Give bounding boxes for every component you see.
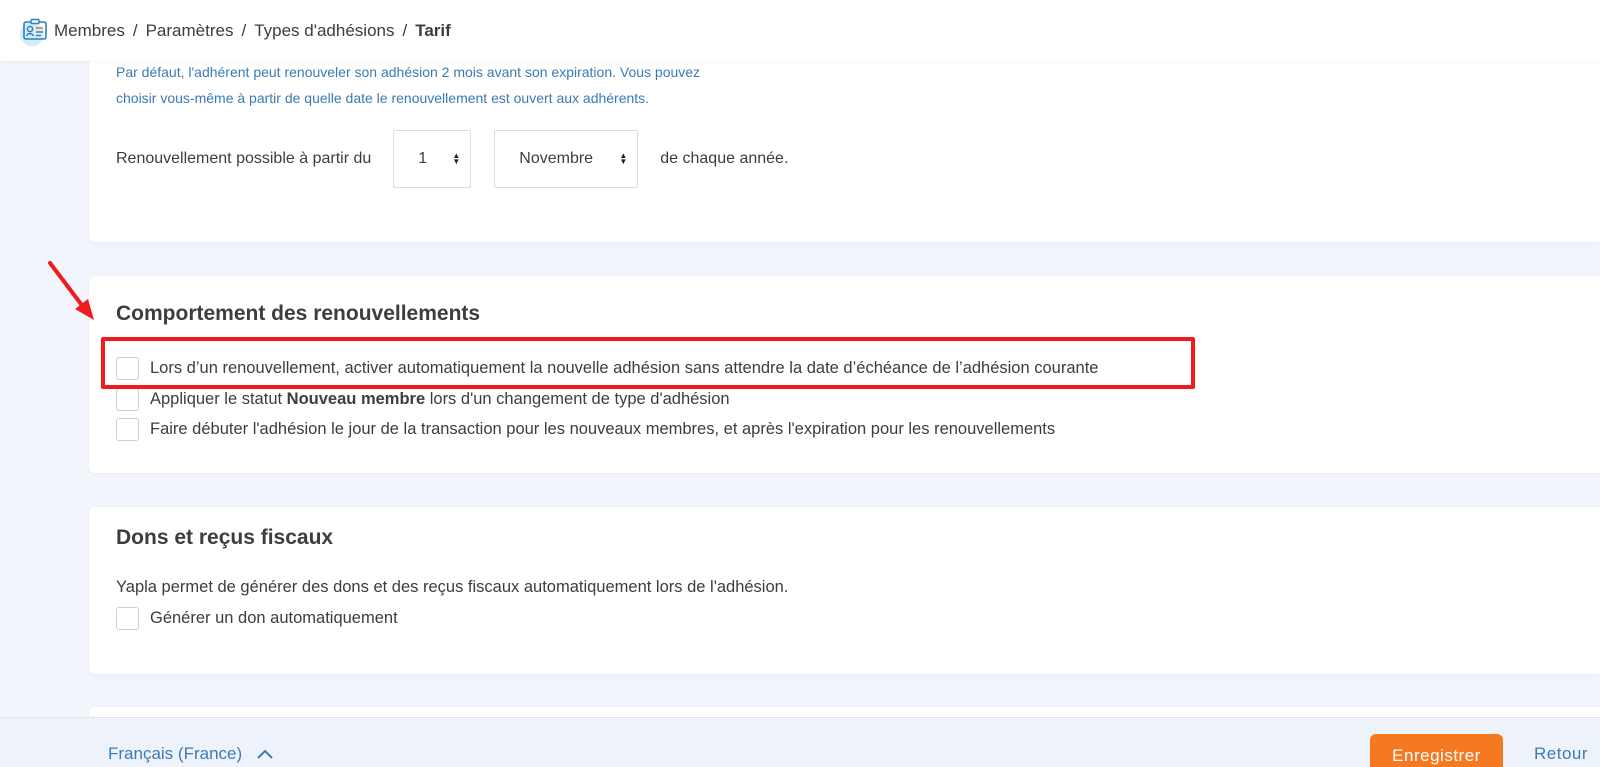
breadcrumb-separator: / [241,20,247,40]
membership-card-icon [20,16,50,46]
checkbox[interactable] [116,606,139,630]
breadcrumb-item-membres[interactable]: Membres [54,21,125,41]
renewal-month-select[interactable]: Novembre ▲ ▼ [494,130,639,188]
donations-description: Yapla permet de générer des dons et des … [116,578,789,596]
option-label-bold: Nouveau membre [286,389,426,408]
breadcrumb-separator: / [402,20,408,40]
renewal-day-value: 1 [418,150,428,167]
renewal-behavior-title: Comportement des renouvellements [116,302,481,325]
breadcrumb-separator: / [132,20,138,40]
language-selector[interactable]: Français (France) [108,744,274,764]
breadcrumb-item-types-adhesions[interactable]: Types d'adhésions [254,21,394,41]
donations-card: Dons et reçus fiscaux Yapla permet de gé… [89,507,1600,674]
breadcrumb: Membres / Paramètres / Types d'adhésions… [54,21,451,41]
footer-bar: Français (France) Enregistrer Retour [0,717,1600,767]
save-button[interactable]: Enregistrer [1370,734,1503,767]
option-new-member-status[interactable]: Appliquer le statut Nouveau membre lors … [116,387,730,411]
sort-arrows-icon: ▲ ▼ [619,151,628,166]
renewal-date-card: Par défaut, l'adhérent peut renouveler s… [89,40,1600,242]
checkbox[interactable] [116,387,139,411]
renewal-info-line-2: choisir vous-même à partir de quelle dat… [116,90,650,106]
renewal-date-row: Renouvellement possible à partir du 1 ▲ ▼… [116,130,788,188]
top-bar: Membres / Paramètres / Types d'adhésions… [0,0,1600,61]
renewal-label: Renouvellement possible à partir du [116,150,372,167]
option-label: Générer un don automatiquement [150,608,398,627]
breadcrumb-item-parametres[interactable]: Paramètres [146,21,234,41]
highlight-box-annotation [101,337,1195,389]
breadcrumb-current: Tarif [415,20,451,40]
checkbox[interactable] [116,417,139,441]
red-arrow-annotation [48,261,94,320]
language-label: Français (France) [108,744,243,763]
renewal-info-line-1: Par défaut, l'adhérent peut renouveler s… [116,64,701,80]
option-label: Appliquer le statut Nouveau membre lors … [150,389,730,408]
renewal-day-select[interactable]: 1 ▲ ▼ [393,130,472,188]
renewal-suffix: de chaque année. [660,150,789,167]
back-link[interactable]: Retour [1534,744,1588,764]
donations-title: Dons et reçus fiscaux [116,526,334,549]
renewal-month-value: Novembre [519,150,594,167]
option-label: Faire débuter l'adhésion le jour de la t… [150,419,1056,438]
option-generate-donation[interactable]: Générer un don automatiquement [116,606,398,630]
sort-arrows-icon: ▲ ▼ [452,151,461,166]
option-start-on-transaction[interactable]: Faire débuter l'adhésion le jour de la t… [116,417,1055,441]
chevron-up-icon [257,749,273,759]
